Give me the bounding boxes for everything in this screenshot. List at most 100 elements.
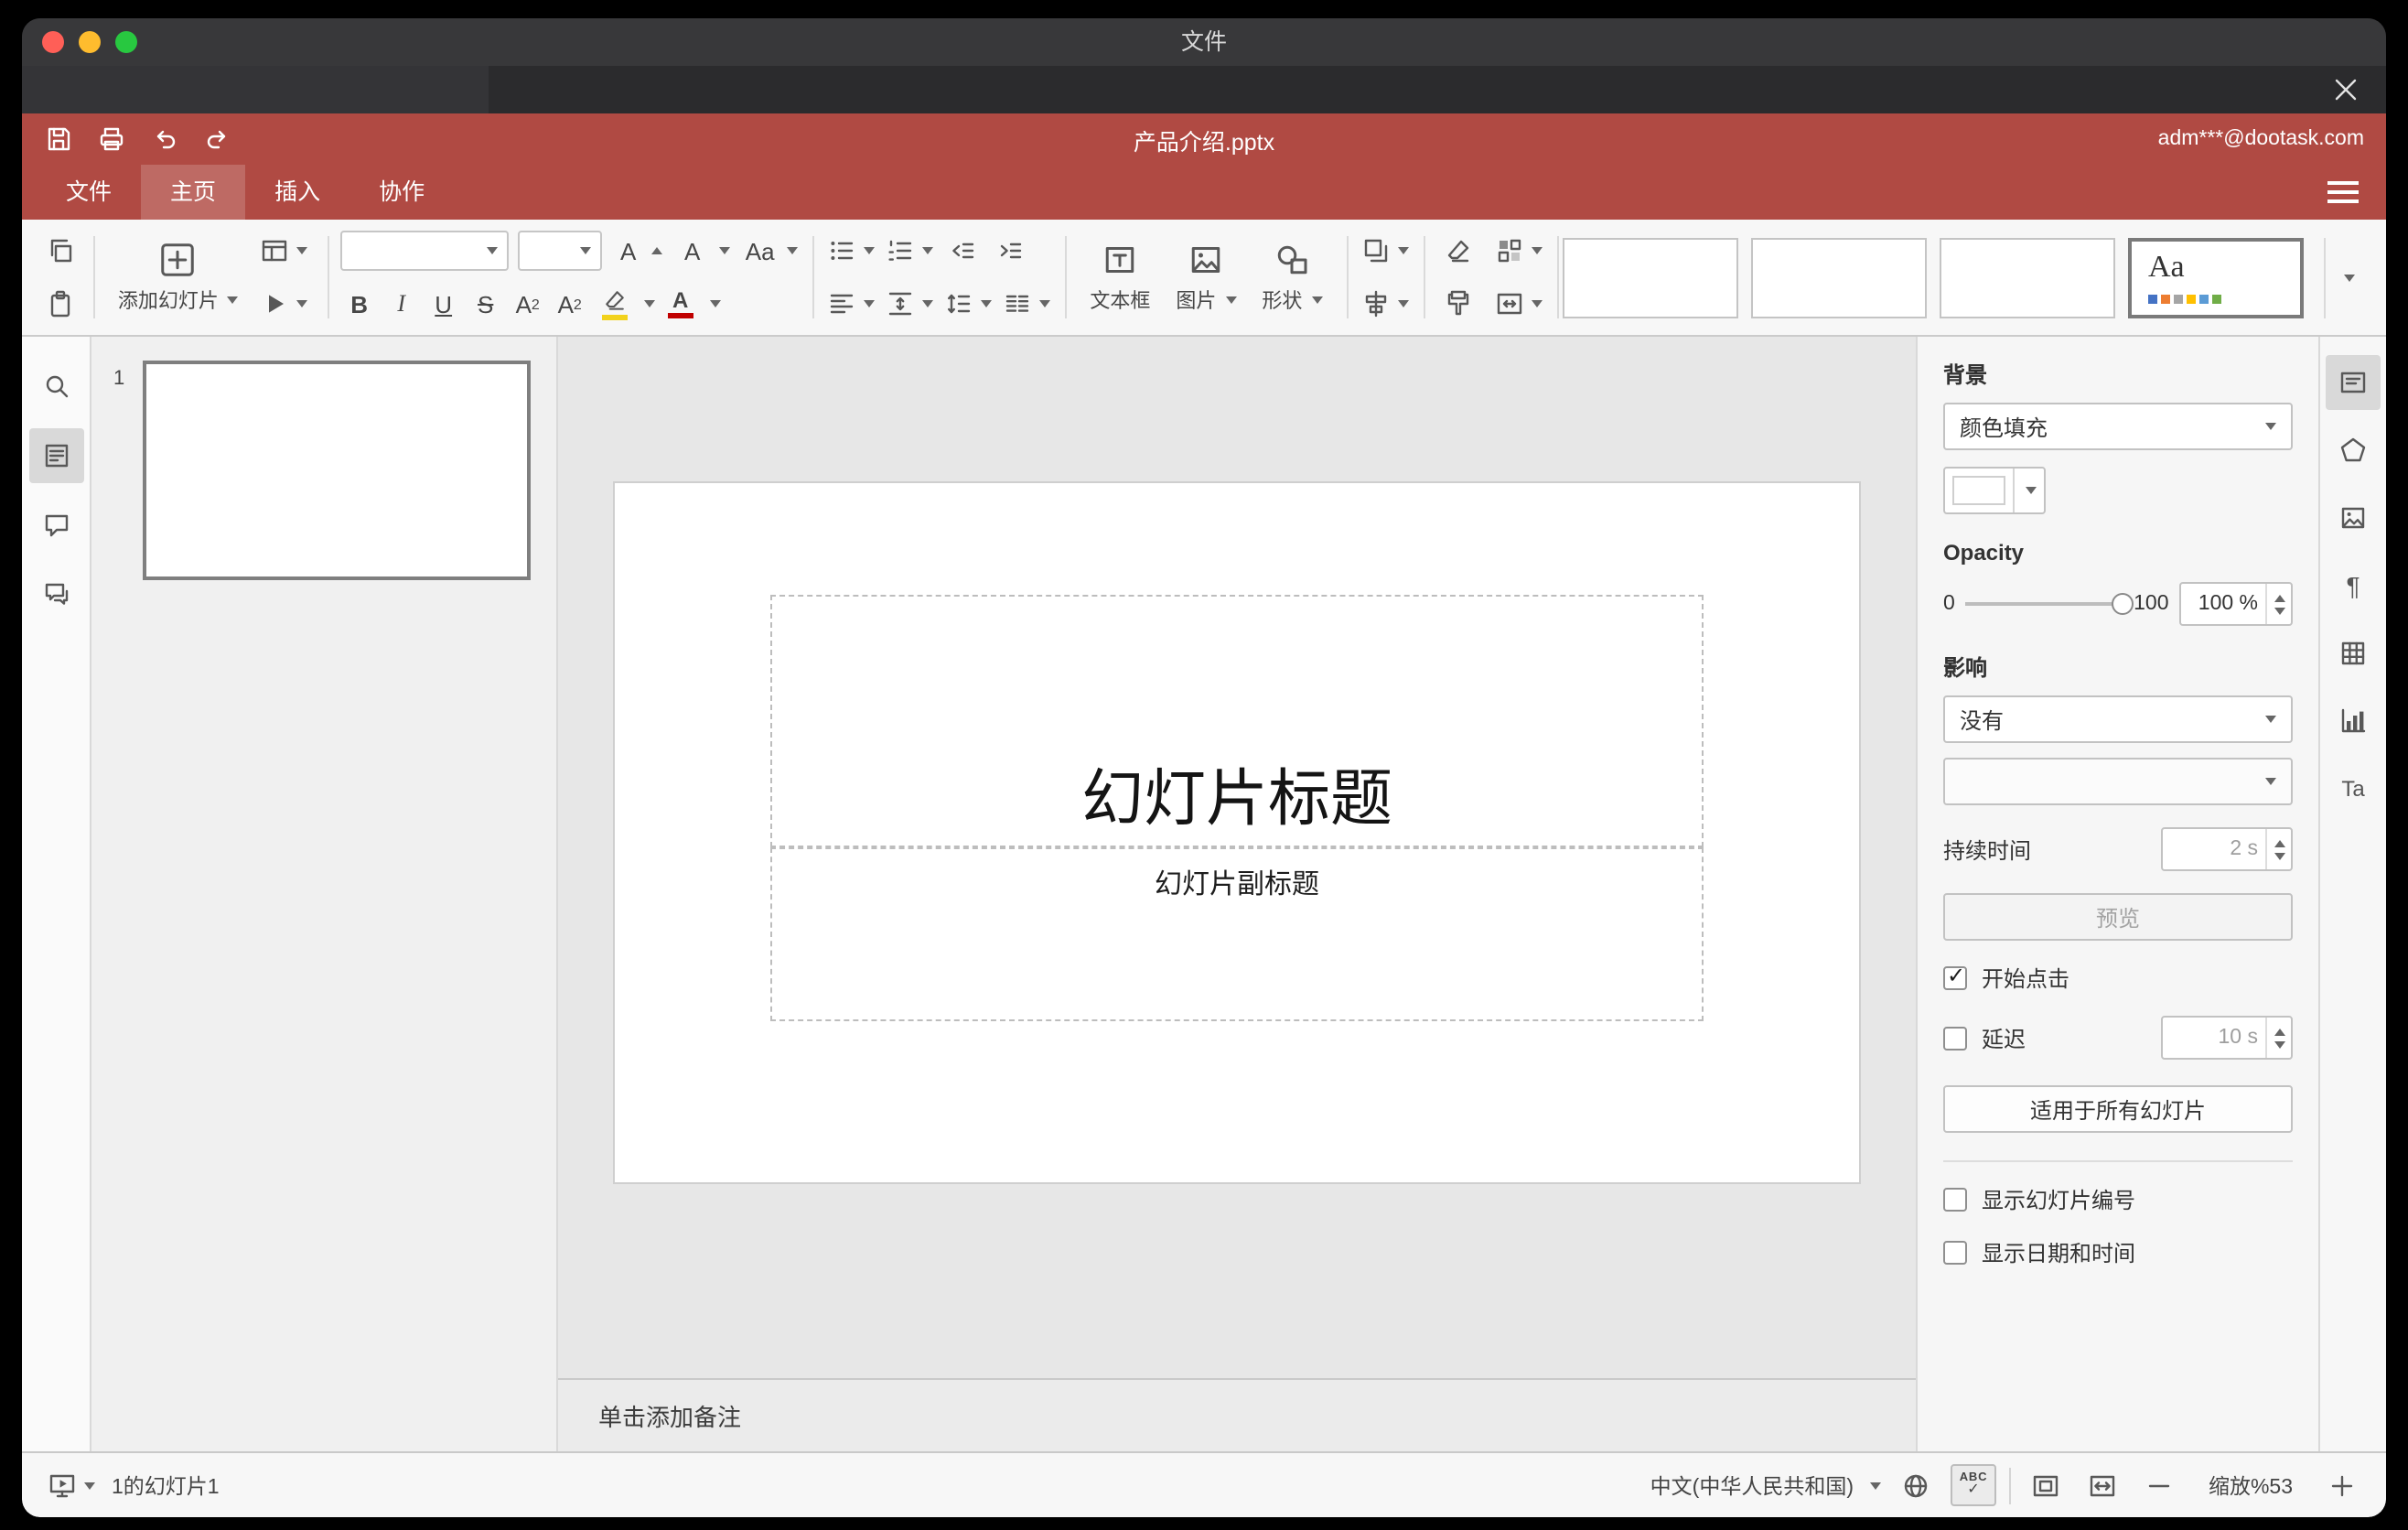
slide-thumbnail[interactable] — [143, 361, 531, 580]
tab-insert[interactable]: 插入 — [245, 165, 349, 220]
align-shapes-button[interactable] — [1358, 282, 1413, 326]
color-dropdown-button[interactable] — [2013, 469, 2044, 512]
arrange-group — [1352, 223, 1418, 331]
opacity-max-label: 100 — [2134, 593, 2169, 615]
effect-select[interactable]: 没有 — [1943, 695, 2293, 743]
theme-option-2[interactable] — [1751, 237, 1927, 318]
slides-panel-button[interactable] — [28, 428, 83, 483]
theme-gallery-expand-button[interactable] — [2324, 237, 2368, 318]
insert-shape-button[interactable]: 形状 — [1249, 226, 1335, 329]
theme-option-selected[interactable]: Aa — [2128, 237, 2304, 318]
horizontal-align-button[interactable] — [824, 282, 879, 326]
spin-arrows[interactable] — [2265, 1018, 2291, 1058]
add-slide-button[interactable]: 添加幻灯片 — [105, 226, 252, 329]
delay-checkbox[interactable] — [1943, 1026, 1967, 1050]
chart-settings-tab[interactable] — [2326, 694, 2381, 749]
textart-settings-tab[interactable]: Ta — [2326, 761, 2381, 816]
decrease-font-button[interactable]: A — [670, 229, 734, 273]
spell-check-button[interactable]: ABC — [1951, 1464, 1996, 1506]
preview-button[interactable]: 预览 — [1943, 893, 2293, 941]
chevron-down-icon — [786, 247, 798, 254]
arrange-shapes-button[interactable] — [1358, 229, 1413, 273]
hamburger-menu-icon[interactable] — [2327, 181, 2359, 203]
subscript-button[interactable]: A2 — [551, 282, 589, 326]
slide[interactable]: 幻灯片标题 幻灯片副标题 — [615, 483, 1859, 1182]
slide-canvas[interactable]: 幻灯片标题 幻灯片副标题 — [558, 337, 1916, 1378]
copy-button[interactable] — [38, 229, 82, 273]
numbered-list-button[interactable] — [883, 229, 938, 273]
slide-settings-tab[interactable] — [2326, 355, 2381, 410]
insert-textbox-button[interactable]: 文本框 — [1077, 226, 1163, 329]
tab-collaboration[interactable]: 协作 — [349, 165, 454, 220]
image-settings-tab[interactable] — [2326, 490, 2381, 545]
paste-button[interactable] — [38, 282, 82, 326]
effect-option-select[interactable] — [1943, 758, 2293, 805]
italic-button[interactable]: I — [382, 282, 421, 326]
bullet-list-button[interactable] — [824, 229, 879, 273]
undo-icon[interactable] — [150, 124, 179, 154]
tab-file[interactable]: 文件 — [37, 165, 141, 220]
clear-style-button[interactable] — [1435, 229, 1479, 273]
line-spacing-button[interactable] — [941, 282, 996, 326]
slide-layout-button[interactable] — [257, 229, 312, 273]
comments-button[interactable] — [28, 498, 83, 553]
language-selector[interactable]: 中文(中华人民共和国) — [1650, 1471, 1854, 1500]
notes-area[interactable]: 单击添加备注 — [558, 1378, 1916, 1451]
paragraph-settings-tab[interactable]: ¶ — [2326, 558, 2381, 613]
shape-settings-tab[interactable] — [2326, 423, 2381, 478]
font-name-combo[interactable] — [339, 231, 509, 271]
insert-image-button[interactable]: 图片 — [1163, 226, 1249, 329]
decrease-indent-button[interactable] — [941, 229, 985, 273]
spin-arrows[interactable] — [2265, 829, 2291, 869]
strikeout-button[interactable]: S — [467, 282, 505, 326]
opacity-slider-knob[interactable] — [2112, 593, 2134, 615]
chevron-down-icon[interactable] — [1870, 1482, 1881, 1489]
tab-home[interactable]: 主页 — [141, 165, 246, 220]
highlight-color-button[interactable] — [593, 282, 637, 326]
superscript-button[interactable]: A2 — [509, 282, 547, 326]
show-slide-number-checkbox[interactable] — [1943, 1188, 1967, 1212]
increase-font-button[interactable]: A — [606, 229, 666, 273]
chat-button[interactable] — [28, 567, 83, 622]
chevron-down-icon[interactable] — [643, 300, 655, 307]
close-icon[interactable] — [2331, 75, 2360, 104]
change-case-button[interactable]: Aa — [737, 229, 801, 273]
show-date-time-checkbox[interactable] — [1943, 1241, 1967, 1265]
opacity-spinbox[interactable]: 100 % — [2179, 582, 2293, 626]
copy-style-button[interactable] — [1435, 282, 1479, 326]
save-icon[interactable] — [44, 124, 73, 154]
columns-button[interactable] — [1000, 282, 1055, 326]
subtitle-placeholder[interactable]: 幻灯片副标题 — [770, 847, 1704, 1021]
chevron-down-icon[interactable] — [709, 300, 721, 307]
opacity-slider[interactable] — [1965, 593, 2134, 615]
fit-to-slide-button[interactable] — [2024, 1463, 2068, 1507]
background-color-picker[interactable] — [1943, 467, 2046, 514]
title-placeholder[interactable]: 幻灯片标题 — [770, 595, 1704, 847]
duration-spinbox[interactable]: 2 s — [2161, 827, 2293, 871]
table-settings-tab[interactable] — [2326, 626, 2381, 681]
search-button[interactable] — [28, 359, 83, 414]
spin-arrows[interactable] — [2265, 584, 2291, 624]
slide-size-button[interactable] — [1490, 282, 1545, 326]
vertical-align-button[interactable] — [883, 282, 938, 326]
zoom-in-button[interactable] — [2320, 1463, 2364, 1507]
apply-to-all-slides-button[interactable]: 适用于所有幻灯片 — [1943, 1085, 2293, 1133]
zoom-out-button[interactable] — [2137, 1463, 2181, 1507]
start-slideshow-status-button[interactable] — [44, 1463, 99, 1507]
redo-icon[interactable] — [203, 124, 232, 154]
underline-button[interactable]: U — [425, 282, 463, 326]
background-fill-select[interactable]: 颜色填充 — [1943, 403, 2293, 450]
theme-option-3[interactable] — [1940, 237, 2115, 318]
theme-option-1[interactable] — [1563, 237, 1738, 318]
fit-to-width-button[interactable] — [2080, 1463, 2124, 1507]
start-on-click-checkbox[interactable] — [1943, 963, 1967, 990]
bold-button[interactable]: B — [340, 282, 379, 326]
font-size-combo[interactable] — [517, 231, 602, 271]
font-color-button[interactable]: A — [659, 282, 703, 326]
delay-spinbox[interactable]: 10 s — [2161, 1016, 2293, 1060]
start-slideshow-button[interactable] — [257, 282, 312, 326]
print-icon[interactable] — [97, 124, 126, 154]
set-language-button[interactable] — [1894, 1463, 1938, 1507]
color-scheme-button[interactable] — [1490, 229, 1545, 273]
increase-indent-button[interactable] — [989, 229, 1033, 273]
